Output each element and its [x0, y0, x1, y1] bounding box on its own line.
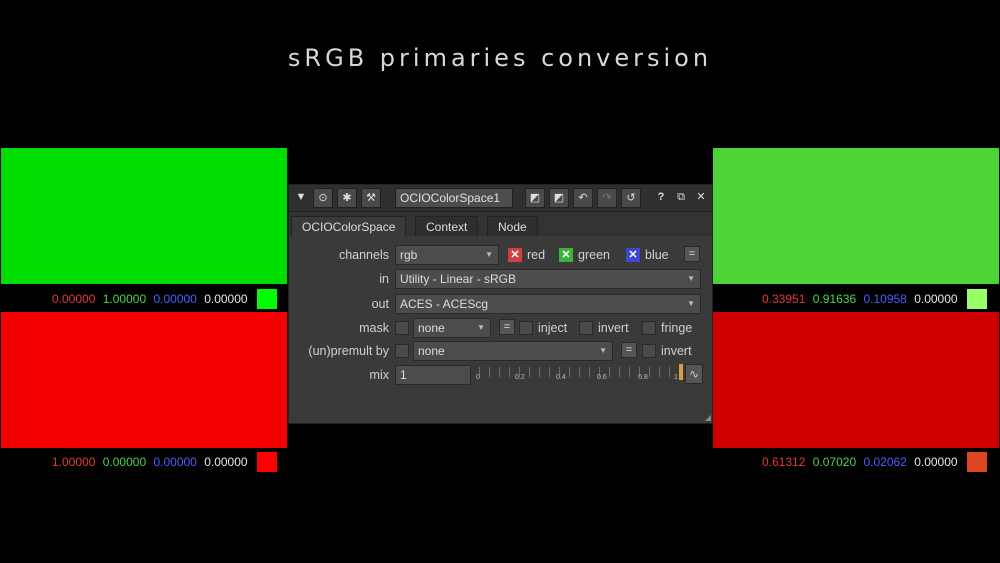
mask-checkbox[interactable] [395, 321, 409, 335]
slider-tick-label: 1 [674, 374, 678, 381]
panel-toolbar: ▼ ⊙ ✱ ⚒ OCIOColorSpace1 ◩ ◩ ↶ ↷ ↺ ? ⧉ ✕ [289, 185, 712, 212]
green-value: 0.00000 [102, 455, 147, 469]
blue-value: 0.10958 [863, 292, 907, 306]
in-colorspace-dropdown[interactable]: Utility - Linear - sRGB ▼ [395, 269, 701, 289]
alpha-value: 0.00000 [914, 292, 958, 306]
tab-ocio-colorspace[interactable]: OCIOColorSpace [291, 216, 407, 236]
color-chip [256, 452, 277, 472]
slider-tick-label: 0.8 [638, 374, 648, 381]
inject-checkbox[interactable] [519, 321, 533, 335]
channels-link-button[interactable]: = [684, 246, 700, 262]
tab-bar: OCIOColorSpace Context Node [289, 212, 712, 236]
premult-dropdown[interactable]: none ▼ [413, 341, 613, 361]
slider-tick-label: 0.2 [515, 374, 525, 381]
blue-channel-label: blue [645, 248, 669, 262]
mask-link-button[interactable]: = [499, 319, 515, 335]
tab-node[interactable]: Node [487, 216, 538, 236]
invert-mask-checkbox[interactable] [579, 321, 593, 335]
chevron-down-icon: ▼ [599, 346, 607, 355]
fringe-checkbox[interactable] [642, 321, 656, 335]
invert-mask-label: invert [598, 321, 629, 335]
close-icon[interactable]: ✕ [691, 188, 711, 208]
blue-value: 0.00000 [153, 455, 197, 469]
chevron-down-icon: ▼ [687, 299, 695, 308]
tab-context[interactable]: Context [415, 216, 479, 236]
collapse-arrow-icon[interactable]: ▼ [291, 188, 311, 208]
premult-checkbox[interactable] [395, 344, 409, 358]
premult-label: (un)premult by [308, 344, 389, 358]
slider-tick-label: 0.6 [597, 374, 607, 381]
green-value: 1.00000 [102, 292, 147, 306]
left-green-swatch [1, 148, 287, 284]
node-name-field[interactable]: OCIOColorSpace1 [395, 188, 513, 208]
chevron-down-icon: ▼ [687, 274, 695, 283]
node-input-icon[interactable]: ✱ [337, 188, 357, 208]
slider-tick-label: 0.4 [556, 374, 566, 381]
red-value: 0.33951 [762, 292, 806, 306]
channels-dropdown[interactable]: rgb ▼ [395, 245, 499, 265]
left-green-readout: 0.00000 1.00000 0.00000 0.00000 [48, 289, 277, 309]
slider-tick-label: 0 [476, 374, 480, 381]
page-title: sRGB primaries conversion [287, 44, 713, 72]
right-red-readout: 0.61312 0.07020 0.02062 0.00000 [758, 452, 987, 472]
right-red-swatch [713, 312, 999, 448]
color-swatch-icon[interactable]: ◩ [525, 188, 545, 208]
color-swatch-2-icon[interactable]: ◩ [549, 188, 569, 208]
chevron-down-icon: ▼ [477, 323, 485, 332]
mix-input[interactable]: 1 [395, 365, 471, 385]
mask-dropdown[interactable]: none ▼ [413, 318, 491, 338]
alpha-value: 0.00000 [204, 455, 248, 469]
alpha-value: 0.00000 [204, 292, 248, 306]
color-chip [256, 289, 277, 309]
fringe-label: fringe [661, 321, 693, 335]
help-icon[interactable]: ? [651, 188, 671, 208]
premult-link-button[interactable]: = [621, 342, 637, 358]
red-value: 1.00000 [52, 455, 96, 469]
undo-icon[interactable]: ↶ [573, 188, 593, 208]
center-node-icon[interactable]: ⊙ [313, 188, 333, 208]
animation-curve-icon[interactable]: ∿ [685, 364, 703, 384]
green-channel-label: green [578, 248, 610, 262]
mix-slider-handle[interactable] [679, 364, 683, 380]
mix-slider[interactable]: 0 0.2 0.4 0.6 0.8 1 [475, 365, 681, 385]
left-red-swatch [1, 312, 287, 448]
mix-label: mix [369, 368, 389, 382]
red-value: 0.00000 [52, 292, 96, 306]
color-chip [966, 452, 987, 472]
right-green-readout: 0.33951 0.91636 0.10958 0.00000 [758, 289, 987, 309]
blue-value: 0.00000 [153, 292, 197, 306]
color-chip [966, 289, 987, 309]
chevron-down-icon: ▼ [485, 250, 493, 259]
green-value: 0.07020 [812, 455, 857, 469]
red-channel-checkbox[interactable]: ✕ [508, 248, 522, 262]
blue-channel-checkbox[interactable]: ✕ [626, 248, 640, 262]
green-value: 0.91636 [812, 292, 857, 306]
blue-value: 0.02062 [863, 455, 907, 469]
ocio-properties-panel: ▼ ⊙ ✱ ⚒ OCIOColorSpace1 ◩ ◩ ↶ ↷ ↺ ? ⧉ ✕ … [288, 184, 713, 424]
premult-invert-checkbox[interactable] [642, 344, 656, 358]
redo-icon[interactable]: ↷ [597, 188, 617, 208]
right-green-swatch [713, 148, 999, 284]
revert-icon[interactable]: ↺ [621, 188, 641, 208]
resize-grip-icon[interactable]: ◢ [705, 413, 711, 422]
red-channel-label: red [527, 248, 546, 262]
out-colorspace-dropdown[interactable]: ACES - ACEScg ▼ [395, 294, 701, 314]
green-channel-checkbox[interactable]: ✕ [559, 248, 573, 262]
alpha-value: 0.00000 [914, 455, 958, 469]
wrench-icon[interactable]: ⚒ [361, 188, 381, 208]
left-red-readout: 1.00000 0.00000 0.00000 0.00000 [48, 452, 277, 472]
inject-label: inject [538, 321, 568, 335]
mask-label: mask [359, 321, 389, 335]
red-value: 0.61312 [762, 455, 806, 469]
channels-label: channels [338, 248, 389, 262]
out-label: out [371, 297, 389, 311]
premult-invert-label: invert [661, 344, 692, 358]
in-label: in [379, 272, 389, 286]
float-window-icon[interactable]: ⧉ [671, 188, 691, 208]
